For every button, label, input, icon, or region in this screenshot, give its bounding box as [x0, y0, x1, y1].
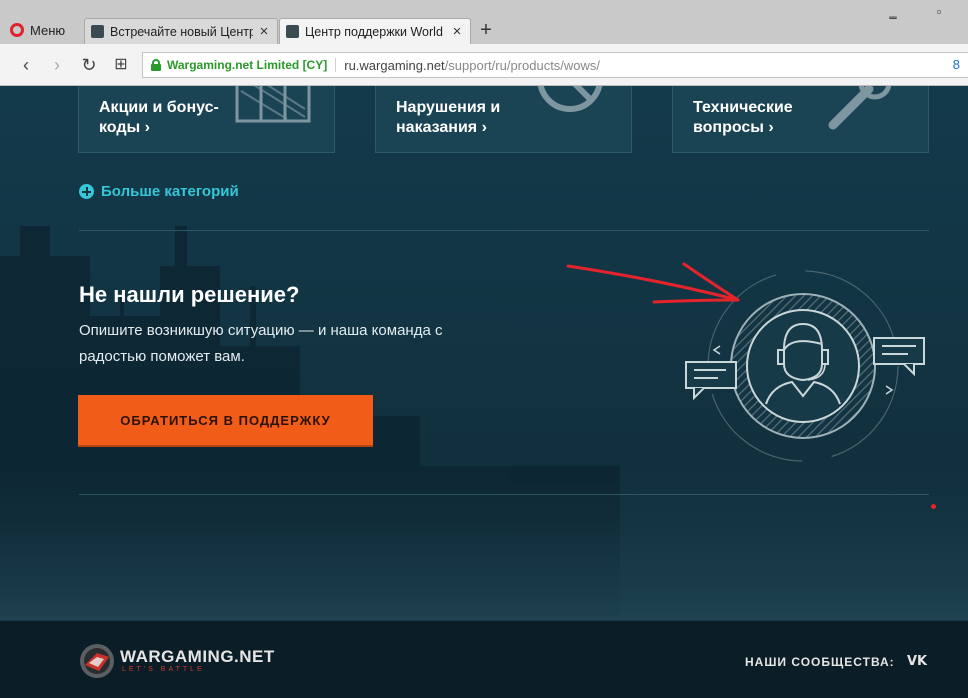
back-button[interactable]: ‹: [14, 53, 38, 77]
support-page: Акции и бонус-коды › Нарушения и наказан…: [0, 86, 968, 698]
category-label: Нарушения и наказания ›: [396, 99, 501, 136]
category-card-technical[interactable]: Технические вопросы ›: [672, 86, 929, 153]
reload-button[interactable]: ↻: [77, 53, 101, 77]
tab-whats-new[interactable]: Встречайте новый Центр ×: [84, 18, 278, 44]
contact-support-button[interactable]: ОБРАТИТЬСЯ В ПОДДЕРЖКУ: [78, 395, 373, 445]
tab-title: Центр поддержки World: [305, 24, 443, 39]
category-label: Акции и бонус-коды ›: [99, 99, 219, 136]
certificate-label[interactable]: Wargaming.net Limited [CY]: [167, 58, 337, 72]
minimize-button[interactable]: ‗: [880, 0, 906, 22]
section-divider: [79, 230, 929, 231]
restore-button[interactable]: ▫: [916, 0, 962, 22]
reload-icon: ↻: [81, 55, 97, 75]
url-field[interactable]: Wargaming.net Limited [CY] ru.wargaming.…: [142, 52, 968, 78]
plus-circle-icon: [79, 184, 94, 199]
browser-menu-label: Меню: [30, 22, 66, 38]
wargaming-brand-name[interactable]: WARGAMING.NET: [120, 647, 275, 667]
category-label: Технические вопросы ›: [693, 99, 793, 136]
minimize-icon: ‗: [889, 3, 897, 19]
category-card-promotions[interactable]: Акции и бонус-коды ›: [78, 86, 335, 153]
more-categories-label: Больше категорий: [101, 183, 239, 200]
red-annotation-arrow: [566, 262, 740, 304]
not-found-description: Опишите возникшую ситуацию — и наша кома…: [79, 322, 443, 365]
forward-button[interactable]: ›: [45, 53, 69, 77]
red-marker-dot: [931, 504, 936, 509]
forward-arrow-icon: ›: [54, 55, 60, 75]
secure-lock-icon: [151, 59, 161, 71]
speed-dial-button[interactable]: ⊞: [109, 53, 133, 77]
page-footer: WARGAMING.NET LET'S BATTLE НАШИ СООБЩЕСТ…: [0, 620, 968, 698]
close-tab-icon[interactable]: ×: [450, 23, 464, 40]
browser-address-bar: ‹ › ↻ ⊞ Wargaming.net Limited [CY] ru.wa…: [0, 44, 968, 86]
browser-tab-bar: Меню Встречайте новый Центр × Центр подд…: [0, 0, 968, 44]
close-tab-icon[interactable]: ×: [257, 23, 271, 40]
url-path: /support/ru/products/wows/: [444, 57, 601, 73]
wargaming-slogan: LET'S BATTLE: [122, 666, 205, 673]
category-card-violations[interactable]: Нарушения и наказания ›: [375, 86, 632, 153]
new-tab-button[interactable]: +: [476, 19, 496, 41]
wows-favicon-icon: [286, 25, 299, 38]
browser-menu-button[interactable]: Меню: [10, 19, 65, 41]
tab-support-center[interactable]: Центр поддержки World ×: [279, 18, 471, 44]
section-divider: [79, 494, 929, 495]
wows-favicon-icon: [91, 25, 104, 38]
url-host: ru.wargaming.net: [344, 57, 445, 73]
communities-label: НАШИ СООБЩЕСТВА:: [745, 655, 895, 669]
vk-icon[interactable]: VK: [907, 654, 927, 669]
restore-icon: ▫: [936, 3, 942, 19]
more-categories-link[interactable]: Больше категорий: [79, 183, 239, 200]
grid-icon: ⊞: [114, 56, 128, 73]
wargaming-logo-icon[interactable]: [79, 643, 115, 679]
not-found-title: Не нашли решение?: [79, 282, 300, 307]
opera-logo-icon: [10, 23, 24, 37]
extension-badge-count[interactable]: 8: [953, 57, 960, 72]
tab-title: Встречайте новый Центр: [110, 24, 253, 39]
back-arrow-icon: ‹: [23, 55, 29, 75]
